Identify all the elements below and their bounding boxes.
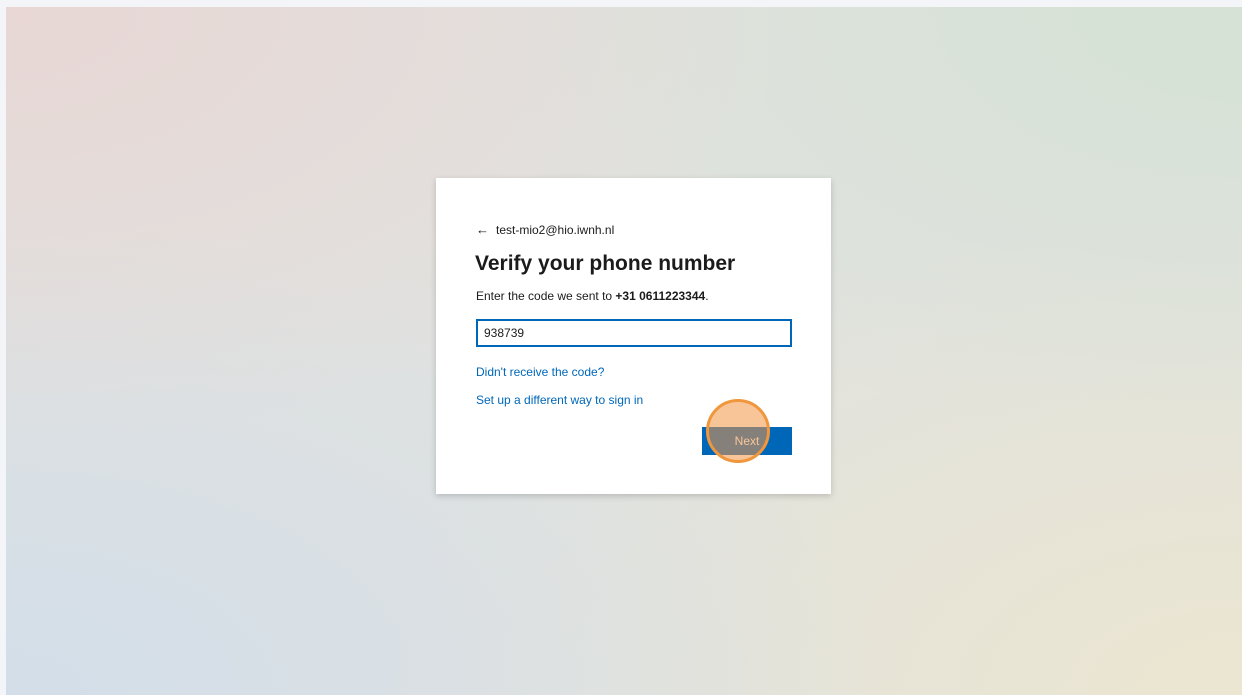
verification-code-input[interactable] [476,319,792,347]
arrow-left-icon[interactable]: ← [476,222,489,238]
different-signin-method-link[interactable]: Set up a different way to sign in [476,392,791,408]
next-button[interactable]: Next [702,427,792,455]
account-email: test-mio2@hio.iwnh.nl [496,223,615,237]
instruction-prefix: Enter the code we sent to [476,289,616,303]
page-title: Verify your phone number [475,252,736,275]
phone-number: +31 0611223344 [615,289,706,303]
page-frame: ← test-mio2@hio.iwnh.nl Verify your phon… [0,0,1242,695]
instruction-suffix: . [705,289,709,303]
signin-card: ← test-mio2@hio.iwnh.nl Verify your phon… [436,178,831,494]
instruction-text: Enter the code we sent to +31 0611223344… [476,288,791,304]
resend-code-link[interactable]: Didn't receive the code? [476,364,791,380]
back-to-account[interactable]: ← test-mio2@hio.iwnh.nl [476,222,791,238]
